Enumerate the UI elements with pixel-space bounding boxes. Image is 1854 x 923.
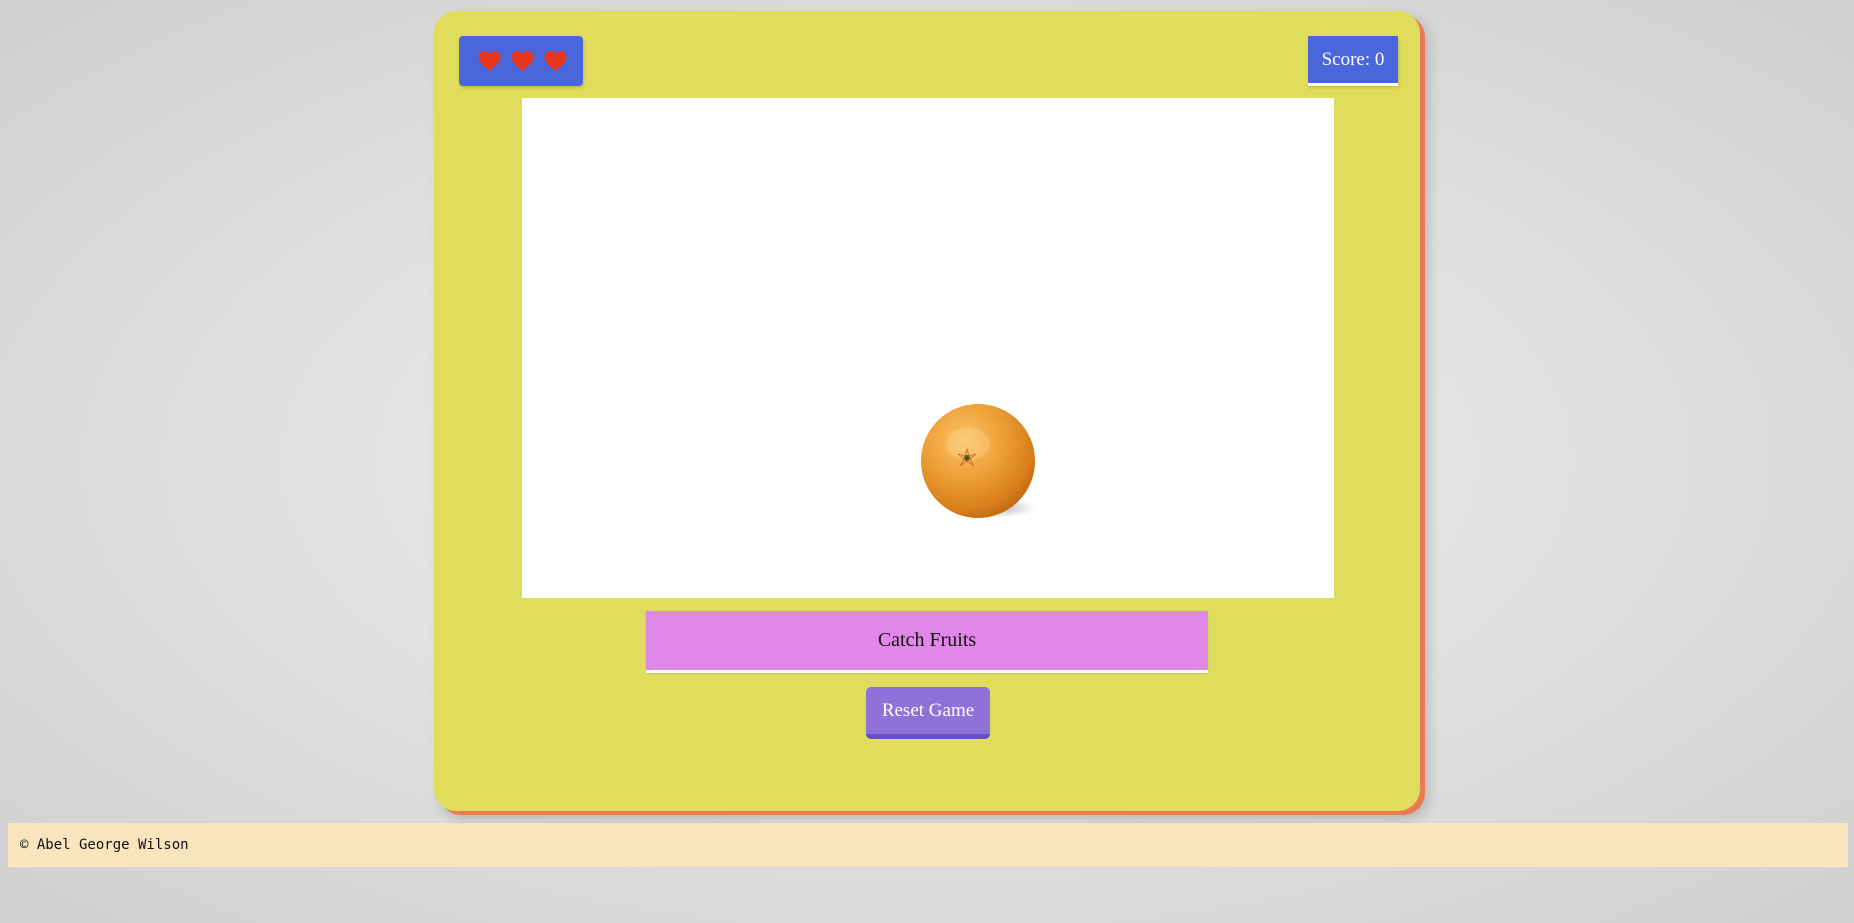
heart-icon [478,51,501,71]
game-title: Catch Fruits [646,611,1208,673]
footer-copyright: © Abel George Wilson [8,823,1848,867]
heart-icon [511,51,534,71]
orange-fruit-icon[interactable] [918,404,1043,529]
score-display: Score: 0 [1308,36,1398,86]
game-play-area[interactable] [522,98,1334,598]
reset-game-button[interactable]: Reset Game [866,687,990,739]
lives-display [459,36,583,86]
game-container: Score: 0 Catch Fruits Reset Game [434,11,1420,811]
heart-icon [544,51,567,71]
